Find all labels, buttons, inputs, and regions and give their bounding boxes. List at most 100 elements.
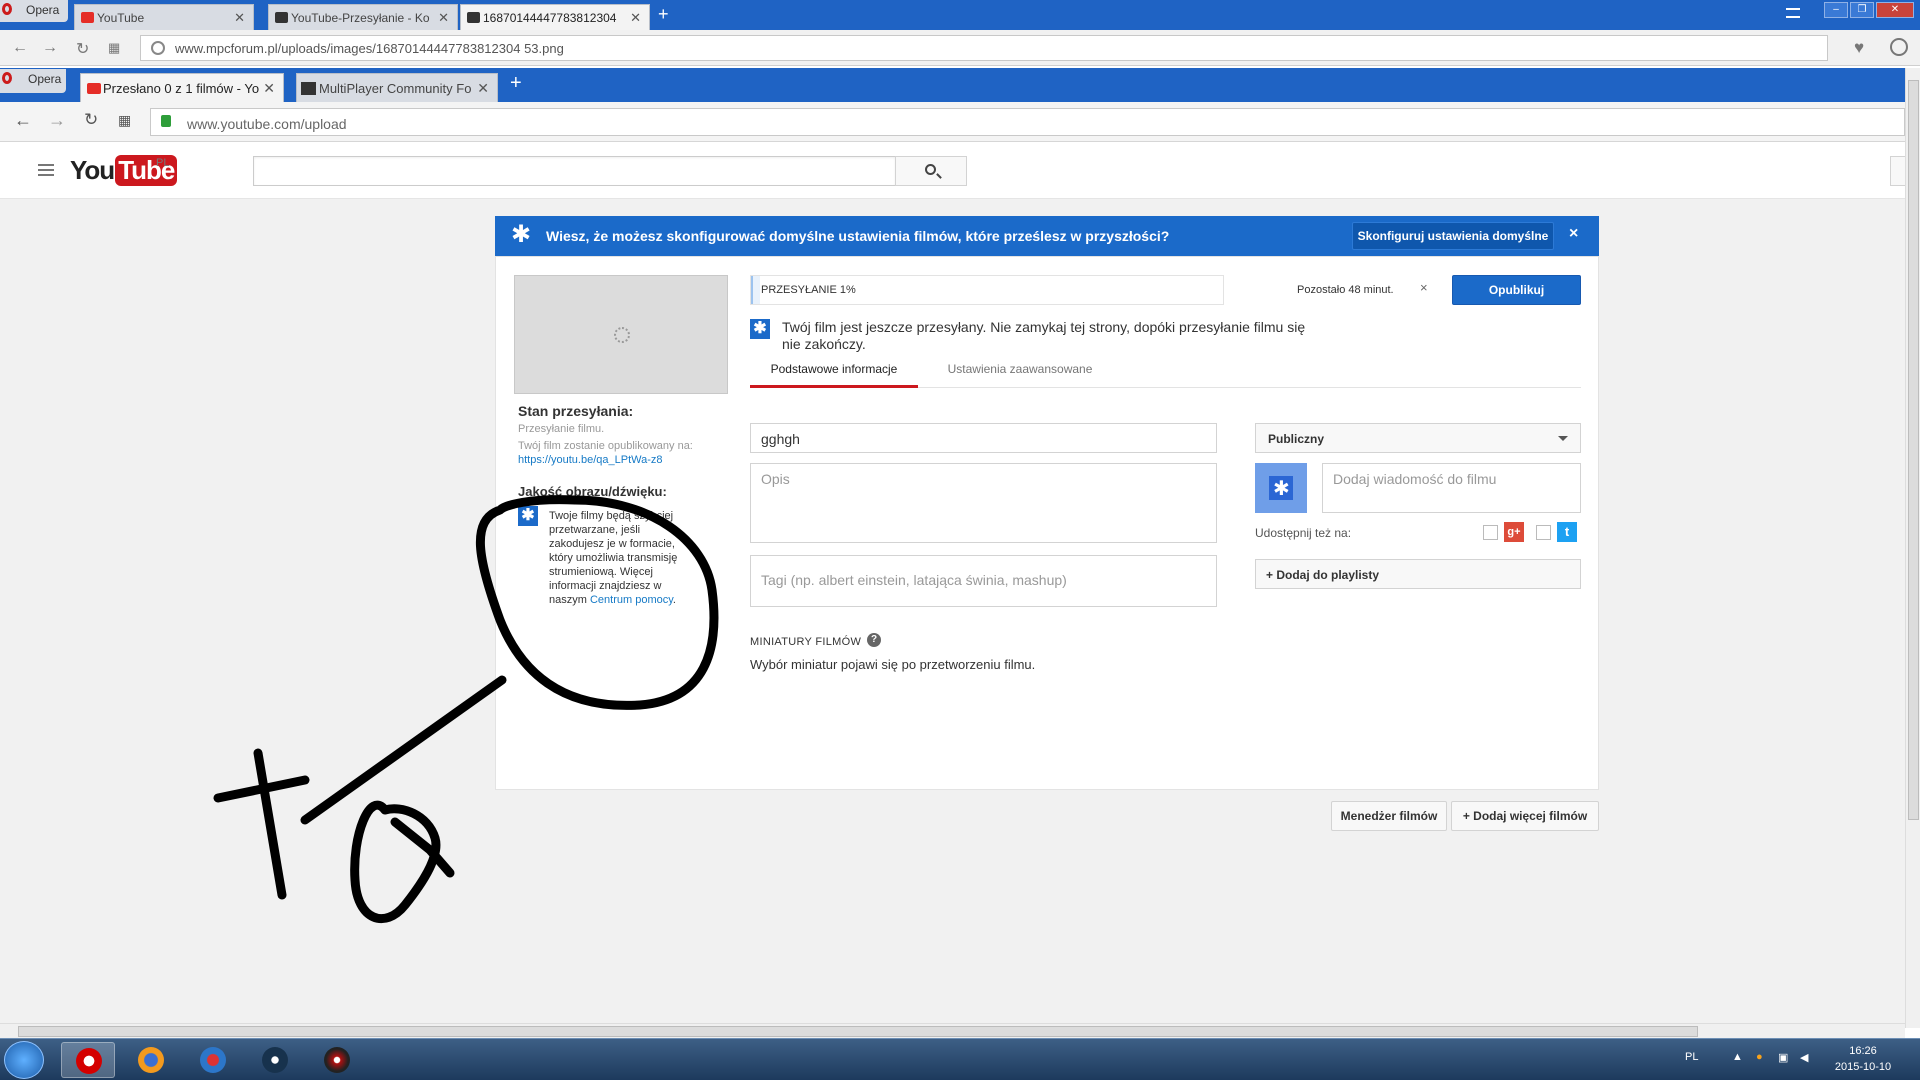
- inner-tab-mpc[interactable]: MultiPlayer Community Fo ✕: [296, 73, 498, 102]
- opera-menu-label: Opera: [26, 3, 60, 17]
- search-input[interactable]: [253, 156, 896, 186]
- video-url-link[interactable]: https://youtu.be/qa_LPtWa-z8: [518, 454, 663, 466]
- speed-dial-icon[interactable]: ▦: [108, 40, 120, 56]
- outer-url-field[interactable]: www.mpcforum.pl/uploads/images/168701444…: [140, 35, 1828, 61]
- reload-icon[interactable]: ↻: [76, 39, 89, 59]
- back-icon[interactable]: ←: [12, 39, 28, 57]
- site-info-icon[interactable]: [151, 41, 165, 55]
- inner-url-field[interactable]: www.youtube.com/upload: [150, 108, 1905, 136]
- outer-tab-youtube[interactable]: YouTube ✕: [74, 4, 254, 30]
- upload-progress-bar: PRZESYŁANIE 1% Pozostało 48 minut.: [750, 275, 1394, 305]
- quality-body: Twoje filmy będą szybciej przetwarzane, …: [549, 510, 678, 606]
- network-icon[interactable]: ▣: [1778, 1051, 1788, 1064]
- taskbar-steam[interactable]: [248, 1042, 302, 1078]
- info-star-icon: ✱: [518, 506, 538, 526]
- restore-icon[interactable]: ❐: [1850, 2, 1874, 18]
- lock-icon: [161, 115, 171, 127]
- taskbar-game[interactable]: [310, 1042, 364, 1078]
- taskbar-opera[interactable]: [61, 1042, 115, 1078]
- help-icon[interactable]: ?: [867, 633, 881, 647]
- outer-new-tab-button[interactable]: +: [658, 4, 669, 25]
- tab-basic-info[interactable]: Podstawowe informacje: [750, 358, 918, 388]
- volume-icon[interactable]: ◀: [1800, 1051, 1808, 1064]
- ccleaner-icon: [200, 1047, 226, 1073]
- privacy-select[interactable]: Publiczny: [1255, 423, 1581, 453]
- clock-date: 2015-10-10: [1834, 1061, 1892, 1073]
- tray-app-icon[interactable]: ●: [1756, 1051, 1763, 1063]
- guide-menu-icon[interactable]: [38, 164, 54, 176]
- upload-card: Stan przesyłania: Przesyłanie filmu. Twó…: [495, 256, 1599, 790]
- outer-tab-image[interactable]: 16870144447783812304 ✕: [460, 4, 650, 30]
- banner-message: Wiesz, że możesz skonfigurować domyślne …: [546, 228, 1170, 244]
- close-tab-icon[interactable]: ✕: [438, 10, 449, 26]
- windows-taskbar: PL ▲ ● ▣ ◀ 16:26 2015-10-10: [0, 1038, 1920, 1080]
- add-to-playlist-button[interactable]: + Dodaj do playlisty: [1255, 559, 1581, 589]
- cancel-upload-icon[interactable]: ×: [1420, 280, 1428, 295]
- taskbar-firefox[interactable]: [124, 1042, 178, 1078]
- tab-label: YouTube: [97, 11, 145, 25]
- mpc-favicon-icon: [301, 82, 316, 95]
- mpc-favicon-icon: [275, 12, 288, 23]
- search-button[interactable]: [895, 156, 967, 186]
- scroll-thumb[interactable]: [18, 1026, 1698, 1037]
- banner-close-icon[interactable]: ×: [1569, 225, 1578, 243]
- inner-new-tab-button[interactable]: +: [510, 72, 522, 95]
- taskbar-ccleaner[interactable]: [186, 1042, 240, 1078]
- minimize-icon[interactable]: –: [1824, 2, 1848, 18]
- time-remaining: Pozostało 48 minut.: [1297, 284, 1394, 296]
- forward-icon[interactable]: →: [42, 39, 58, 57]
- thumbnails-text: Wybór miniatur pojawi się po przetworzen…: [750, 657, 1036, 672]
- share-message-input[interactable]: Dodaj wiadomość do filmu: [1322, 463, 1581, 513]
- close-tab-icon[interactable]: ✕: [630, 10, 641, 26]
- region-label: PL: [156, 157, 170, 169]
- heart-bookmark-icon[interactable]: ♥: [1854, 38, 1864, 58]
- quality-title: Jakość obrazu/dźwięku:: [518, 484, 667, 499]
- inner-url-text: www.youtube.com/upload: [187, 116, 347, 132]
- gplus-checkbox[interactable]: [1483, 525, 1498, 540]
- tab-advanced-settings[interactable]: Ustawienia zaawansowane: [920, 358, 1120, 388]
- outer-opera-menu-button[interactable]: Opera: [0, 0, 68, 22]
- search-icon: [925, 164, 936, 175]
- mpc-favicon-icon: [467, 12, 480, 23]
- title-input[interactable]: gghgh: [750, 423, 1217, 453]
- publish-url-label: Twój film zostanie opublikowany na:: [518, 440, 693, 452]
- configure-defaults-button[interactable]: Skonfiguruj ustawienia domyślne: [1352, 222, 1554, 250]
- scroll-thumb[interactable]: [1908, 80, 1919, 820]
- twitter-checkbox[interactable]: [1536, 525, 1551, 540]
- start-button[interactable]: [4, 1041, 44, 1079]
- outer-tab-mpc-upload[interactable]: YouTube-Przesyłanie - Ko ✕: [268, 4, 458, 30]
- forward-icon[interactable]: →: [48, 110, 66, 131]
- channel-avatar: [1255, 463, 1307, 513]
- close-window-icon[interactable]: ✕: [1876, 2, 1914, 18]
- speed-dial-icon[interactable]: ▦: [118, 112, 131, 129]
- horizontal-scrollbar[interactable]: [0, 1023, 1905, 1038]
- inner-address-bar: ← → ↻ ▦ www.youtube.com/upload: [0, 102, 1905, 142]
- loading-spinner-icon: [614, 327, 630, 343]
- description-input[interactable]: Opis: [750, 463, 1217, 543]
- video-manager-button[interactable]: Menedżer filmów: [1331, 801, 1447, 831]
- close-tab-icon[interactable]: ✕: [477, 80, 489, 97]
- inner-tab-upload[interactable]: Przesłano 0 z 1 filmów - Yo ✕: [80, 73, 284, 102]
- close-tab-icon[interactable]: ✕: [234, 10, 245, 26]
- add-more-videos-button[interactable]: + Dodaj więcej filmów: [1451, 801, 1599, 831]
- help-center-link[interactable]: Centrum pomocy: [590, 594, 673, 606]
- inner-opera-menu-button[interactable]: Opera: [0, 69, 66, 93]
- twitter-icon: t: [1557, 522, 1577, 542]
- back-icon[interactable]: ←: [14, 110, 32, 131]
- upload-menu-button[interactable]: [1890, 156, 1905, 186]
- tab-label: Przesłano 0 z 1 filmów - Yo: [103, 81, 260, 96]
- tab-menu-icon[interactable]: [1786, 8, 1800, 18]
- close-tab-icon[interactable]: ✕: [263, 80, 275, 97]
- language-indicator[interactable]: PL: [1685, 1051, 1698, 1063]
- outer-url-text: www.mpcforum.pl/uploads/images/168701444…: [175, 41, 564, 56]
- tags-input[interactable]: Tagi (np. albert einstein, latająca świn…: [750, 555, 1217, 607]
- clock[interactable]: 16:26 2015-10-10: [1818, 1043, 1908, 1075]
- share-label: Udostępnij też na:: [1255, 526, 1352, 540]
- upload-status-title: Stan przesyłania:: [518, 403, 634, 419]
- youtube-masthead: You Tube PL: [0, 143, 1905, 199]
- vertical-scrollbar[interactable]: [1905, 68, 1920, 1028]
- reload-icon[interactable]: ↻: [84, 110, 98, 130]
- publish-button[interactable]: Opublikuj: [1452, 275, 1581, 305]
- account-icon[interactable]: [1890, 38, 1908, 56]
- tray-expand-icon[interactable]: ▲: [1732, 1051, 1743, 1063]
